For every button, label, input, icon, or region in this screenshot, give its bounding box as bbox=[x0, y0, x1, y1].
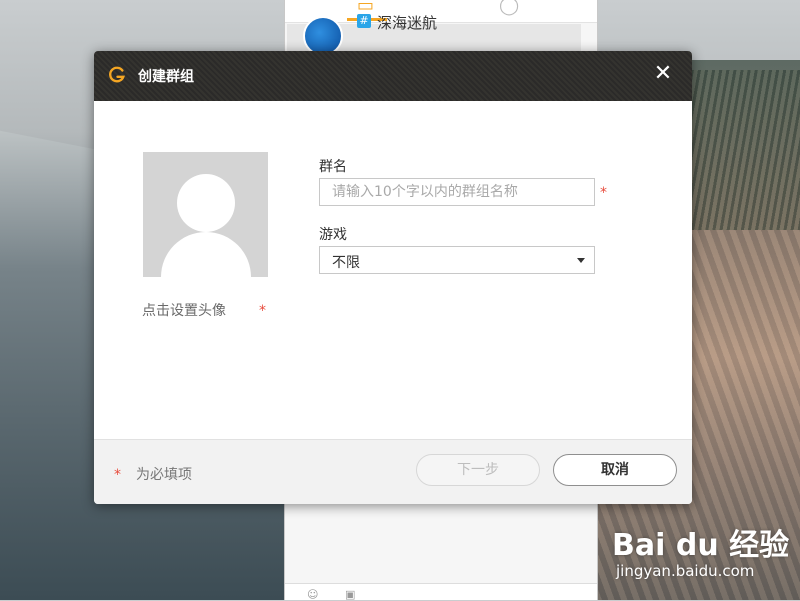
game-label: 游戏 bbox=[319, 227, 347, 243]
image-icon[interactable]: ▣ bbox=[345, 588, 355, 601]
required-note: 为必填项 bbox=[136, 467, 192, 483]
avatar-required-mark: * bbox=[259, 303, 266, 319]
avatar-placeholder-head bbox=[177, 174, 235, 232]
avatar-upload-label[interactable]: 点击设置头像 bbox=[142, 300, 226, 320]
hash-icon: # bbox=[357, 14, 371, 28]
baidu-watermark-logo: Bai du 经验 bbox=[612, 528, 790, 563]
emoji-icon[interactable]: ☺ bbox=[307, 588, 318, 601]
game-selected-value: 不限 bbox=[332, 255, 360, 271]
background-list-item-title: 深海迷航 bbox=[377, 14, 438, 32]
game-select[interactable]: 不限 bbox=[319, 246, 595, 274]
group-name-label: 群名 bbox=[319, 159, 347, 175]
dialog-titlebar[interactable]: 创建群组 ✕ bbox=[94, 51, 692, 101]
group-name-required-mark: * bbox=[600, 185, 607, 201]
chevron-down-icon bbox=[577, 258, 585, 263]
dialog-title: 创建群组 bbox=[138, 69, 194, 85]
background-bottom-bar: ☺ ▣ bbox=[285, 583, 597, 601]
create-group-dialog: 创建群组 ✕ 点击设置头像 * 群名 * 游戏 不限 * 为必填项 下一步 取消 bbox=[94, 51, 692, 504]
contacts-icon[interactable]: ◯ bbox=[499, 0, 519, 16]
dialog-footer: * 为必填项 下一步 取消 bbox=[94, 439, 692, 504]
avatar-upload[interactable] bbox=[143, 152, 268, 277]
group-avatar-icon bbox=[303, 16, 343, 56]
cancel-button[interactable]: 取消 bbox=[553, 454, 677, 486]
group-name-input[interactable] bbox=[319, 178, 595, 206]
avatar-placeholder-body bbox=[161, 232, 251, 277]
close-icon[interactable]: ✕ bbox=[652, 63, 674, 85]
required-note-mark: * bbox=[114, 467, 121, 483]
app-logo-icon bbox=[109, 66, 125, 83]
baidu-watermark-url: jingyan.baidu.com bbox=[616, 562, 755, 580]
next-step-button[interactable]: 下一步 bbox=[416, 454, 540, 486]
